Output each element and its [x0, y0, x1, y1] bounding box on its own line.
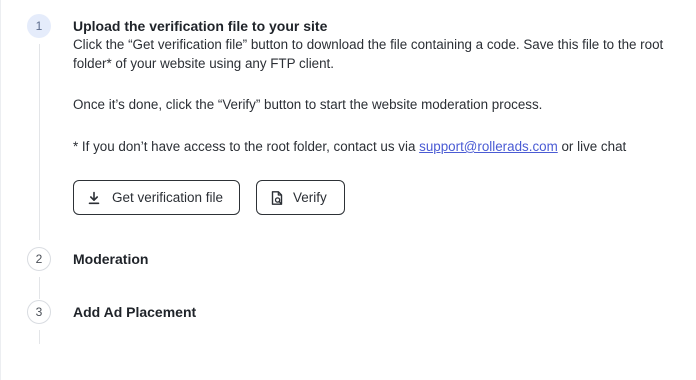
step-2-number: 2 [35, 252, 43, 266]
note-suffix: or live chat [557, 139, 627, 154]
step-3-number: 3 [35, 305, 43, 319]
step-1-title: Upload the verification file to your sit… [73, 18, 328, 34]
step-1-instruction: Once it’s done, click the “Verify” butto… [73, 97, 543, 112]
step-connector-1 [39, 44, 40, 240]
get-verification-file-button[interactable]: Get verification file [73, 180, 240, 215]
step-3-title: Add Ad Placement [73, 304, 197, 320]
get-verification-file-label: Get verification file [112, 190, 224, 205]
verify-label: Verify [293, 190, 327, 205]
step-1-indicator: 1 [27, 14, 51, 38]
verify-button[interactable]: Verify [256, 180, 345, 215]
step-connector-3 [39, 330, 40, 344]
root-folder-note: * If you don’t have access to the root f… [73, 137, 673, 156]
step-2-indicator: 2 [27, 247, 51, 271]
download-icon [86, 190, 102, 206]
support-email-link[interactable]: support@rollerads.com [419, 139, 558, 154]
step-1-description: Click the “Get verification file” button… [73, 37, 664, 71]
document-search-icon [269, 190, 285, 206]
step-3-indicator: 3 [27, 300, 51, 324]
step-2-title: Moderation [73, 251, 149, 267]
note-prefix: * If you don’t have access to the root f… [73, 139, 420, 154]
step-connector-2 [39, 277, 40, 299]
verification-stepper: 1 Upload the verification file to your s… [0, 0, 696, 380]
step-1-number: 1 [35, 19, 43, 33]
